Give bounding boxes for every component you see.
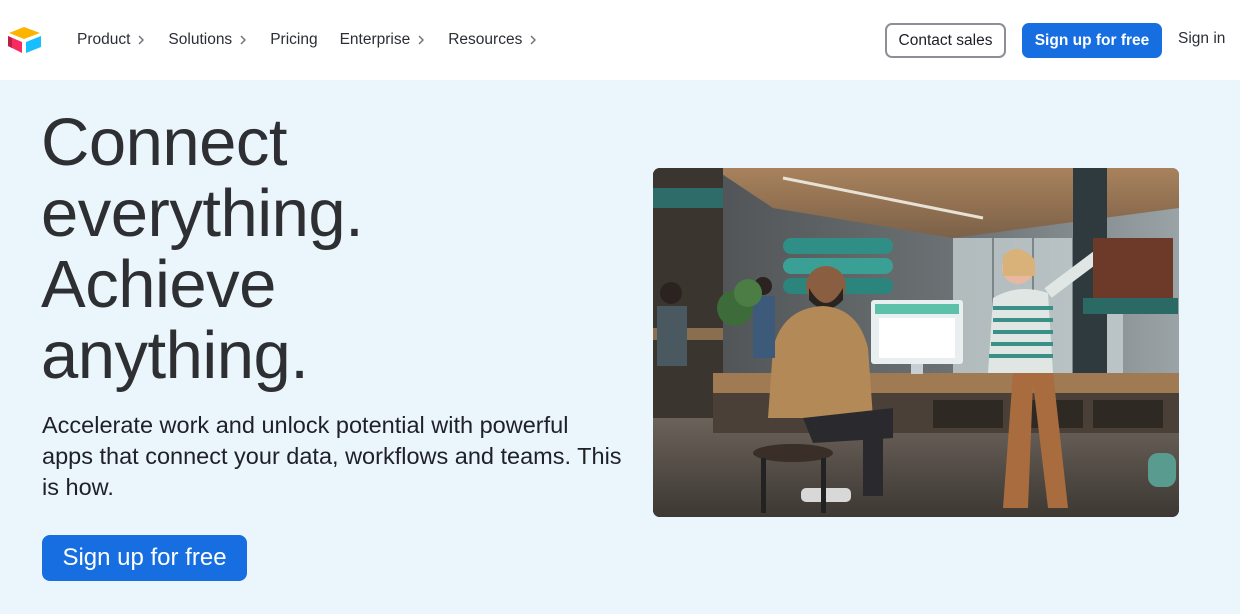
signup-button-hero[interactable]: Sign up for free [42,535,247,581]
nav-item-label: Enterprise [339,31,411,48]
headline-line: everything. [41,176,364,251]
nav-item-label: Solutions [168,31,233,48]
hero-section: Connect everything. Achieve anything. Ac… [0,80,1240,614]
signin-link[interactable]: Sign in [1178,30,1225,48]
chevron-right-icon [240,35,247,45]
chevron-right-icon [138,35,145,45]
nav-item-label: Product [77,31,131,48]
main-nav: Product Solutions Pricing Enterprise Res… [77,0,560,80]
hero-headline: Connect everything. Achieve anything. [41,107,601,391]
chevron-right-icon [418,35,425,45]
hero-subcopy: Accelerate work and unlock potential wit… [42,412,622,500]
signup-button-header[interactable]: Sign up for free [1022,23,1162,58]
hero-photo [653,168,1179,517]
nav-item-product[interactable]: Product [77,31,145,49]
nav-item-label: Pricing [270,31,318,48]
nav-item-enterprise[interactable]: Enterprise [340,31,426,49]
nav-item-label: Resources [448,31,523,48]
site-header: Product Solutions Pricing Enterprise Res… [0,0,1240,80]
nav-item-solutions[interactable]: Solutions [168,31,247,49]
airtable-logo-icon[interactable] [7,26,43,56]
headline-line: Connect [41,105,288,180]
nav-item-pricing[interactable]: Pricing [270,31,317,49]
nav-item-resources[interactable]: Resources [448,31,537,49]
headline-line: anything. [41,318,309,393]
contact-sales-button[interactable]: Contact sales [885,23,1006,58]
headline-line: Achieve [41,247,276,322]
chevron-right-icon [530,35,537,45]
